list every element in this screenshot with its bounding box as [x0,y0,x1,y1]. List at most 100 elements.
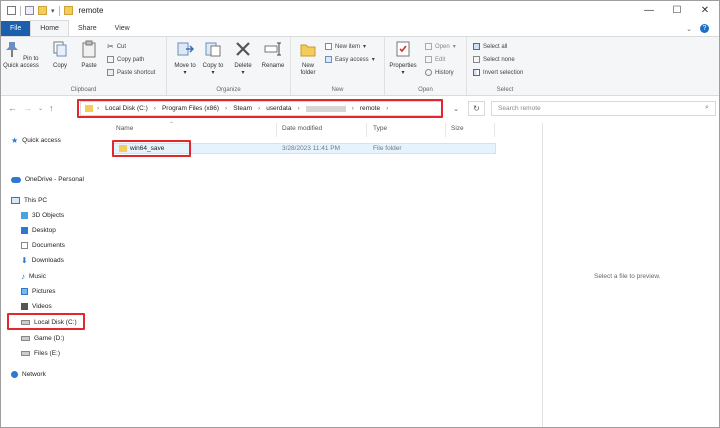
customize-toolbar-icon[interactable]: ▾ [51,7,55,15]
nav-music[interactable]: ♪ Music [21,271,46,282]
new-folder-button[interactable]: New folder [295,40,321,77]
nav-game-d[interactable]: Game (D:) [21,333,64,344]
desktop-icon [21,227,28,234]
nav-network[interactable]: Network [11,369,46,380]
nav-downloads[interactable]: ⬇ Downloads [21,255,64,266]
paste-button[interactable]: Paste [77,40,101,70]
column-divider[interactable] [366,123,367,137]
new-folder-icon[interactable] [38,6,47,15]
edit-icon [425,56,432,63]
tab-view[interactable]: View [106,21,139,36]
tab-home[interactable]: Home [30,20,69,36]
folder-icon [63,6,73,15]
move-to-label: Move to [174,63,196,69]
open-label: Open [435,43,450,50]
refresh-icon[interactable]: ↻ [468,101,485,116]
nav-quick-access-label: Quick access [22,137,61,144]
highlight-box [112,140,191,157]
copy-path-label: Copy path [117,56,145,63]
chevron-down-icon: ▾ [241,70,245,76]
tab-share[interactable]: Share [69,21,106,36]
expand-ribbon-icon[interactable]: ⌄ [686,25,692,33]
nav-desktop[interactable]: Desktop [21,225,56,236]
copy-to-button[interactable]: Copy to ▾ [201,40,225,77]
copy-path-button[interactable]: Copy path [107,55,144,64]
title-bar: ▾ remote — ☐ ✕ [1,1,719,20]
chevron-down-icon: ▾ [371,57,375,63]
open-group: Properties ▾ Open ▾ Edit History Open [385,37,467,95]
delete-button[interactable]: Delete ▾ [231,40,255,77]
music-note-icon: ♪ [21,272,25,281]
chevron-down-icon: ▾ [452,44,456,50]
select-all-button[interactable]: Select all [473,42,507,51]
maximize-button[interactable]: ☐ [663,1,691,20]
file-explorer-window: ▾ remote — ☐ ✕ File Home Share View ⌄ ? … [0,0,720,428]
copy-path-icon [107,56,114,63]
nav-item-label: Pictures [32,288,56,295]
column-header-type[interactable]: Type [373,125,387,137]
new-item-label: New item [335,43,361,50]
address-dropdown-icon[interactable]: ⌄ [446,101,466,116]
nav-this-pc[interactable]: This PC [11,195,47,206]
organize-group-label: Organize [216,87,241,93]
drive-icon [21,351,30,356]
invert-selection-icon [473,69,480,76]
column-divider[interactable] [494,123,495,137]
move-to-button[interactable]: Move to ▾ [173,40,197,77]
nav-videos[interactable]: Videos [21,301,52,312]
cut-button[interactable]: ✂ Cut [107,42,126,51]
paste-icon [82,40,96,58]
rename-icon [264,42,281,56]
column-header-date[interactable]: Date modified [282,125,322,137]
forward-arrow-icon[interactable]: → [23,103,32,113]
nav-onedrive[interactable]: OneDrive - Personal [11,174,84,185]
close-button[interactable]: ✕ [691,1,719,20]
nav-3d-objects[interactable]: 3D Objects [21,210,64,221]
history-button[interactable]: History [425,68,454,77]
invert-selection-button[interactable]: Invert selection [473,68,523,77]
rename-button[interactable]: Rename [259,40,287,70]
file-list: Name Date modified Type Size ⌃ win64_sav… [109,122,541,427]
cube-icon [21,212,28,219]
select-group-label: Select [496,87,514,93]
nav-quick-access[interactable]: ★ Quick access [11,135,61,146]
highlight-box [77,99,443,118]
easy-access-icon [325,56,332,63]
properties-button[interactable]: Properties ▾ [387,40,419,77]
new-item-button[interactable]: New item ▾ [325,42,366,51]
select-none-button[interactable]: Select none [473,55,515,64]
minimize-button[interactable]: — [635,1,663,20]
easy-access-label: Easy access [335,56,369,63]
picture-icon [21,288,28,295]
back-arrow-icon[interactable]: ← [8,103,17,113]
select-all-label: Select all [483,43,508,50]
column-header-name[interactable]: Name [116,125,133,137]
open-button[interactable]: Open ▾ [425,42,456,51]
nav-item-label: Videos [32,303,52,310]
edit-button[interactable]: Edit [425,55,445,64]
up-arrow-icon[interactable]: ↑ [49,103,54,113]
help-icon[interactable]: ? [700,24,709,33]
search-input[interactable]: Search remote [491,101,716,116]
navigation-pane: ★ Quick access OneDrive - Personal This P… [1,123,104,427]
nav-pictures[interactable]: Pictures [21,286,55,297]
column-divider[interactable] [445,123,446,137]
nav-files-e[interactable]: Files (E:) [21,348,60,359]
nav-documents[interactable]: Documents [21,240,65,251]
properties-icon[interactable] [25,6,34,15]
easy-access-button[interactable]: Easy access ▾ [325,55,375,64]
clipboard-group: Pin to Quick access Copy Paste ✂ Cut Copy… [1,37,167,95]
select-none-label: Select none [483,56,515,63]
chevron-down-icon: ▾ [363,44,367,50]
paste-shortcut-label: Paste shortcut [117,69,156,76]
network-icon [11,371,18,378]
copy-button[interactable]: Copy [49,40,71,70]
recent-locations-icon[interactable]: ⌄ [38,105,43,112]
video-icon [21,303,28,310]
column-divider[interactable] [276,123,277,137]
pin-quick-access-button[interactable]: Pin to Quick access [3,40,39,70]
cut-label: Cut [116,43,127,50]
paste-shortcut-button[interactable]: Paste shortcut [107,68,155,77]
tab-file[interactable]: File [1,21,31,36]
column-header-size[interactable]: Size [451,125,464,137]
